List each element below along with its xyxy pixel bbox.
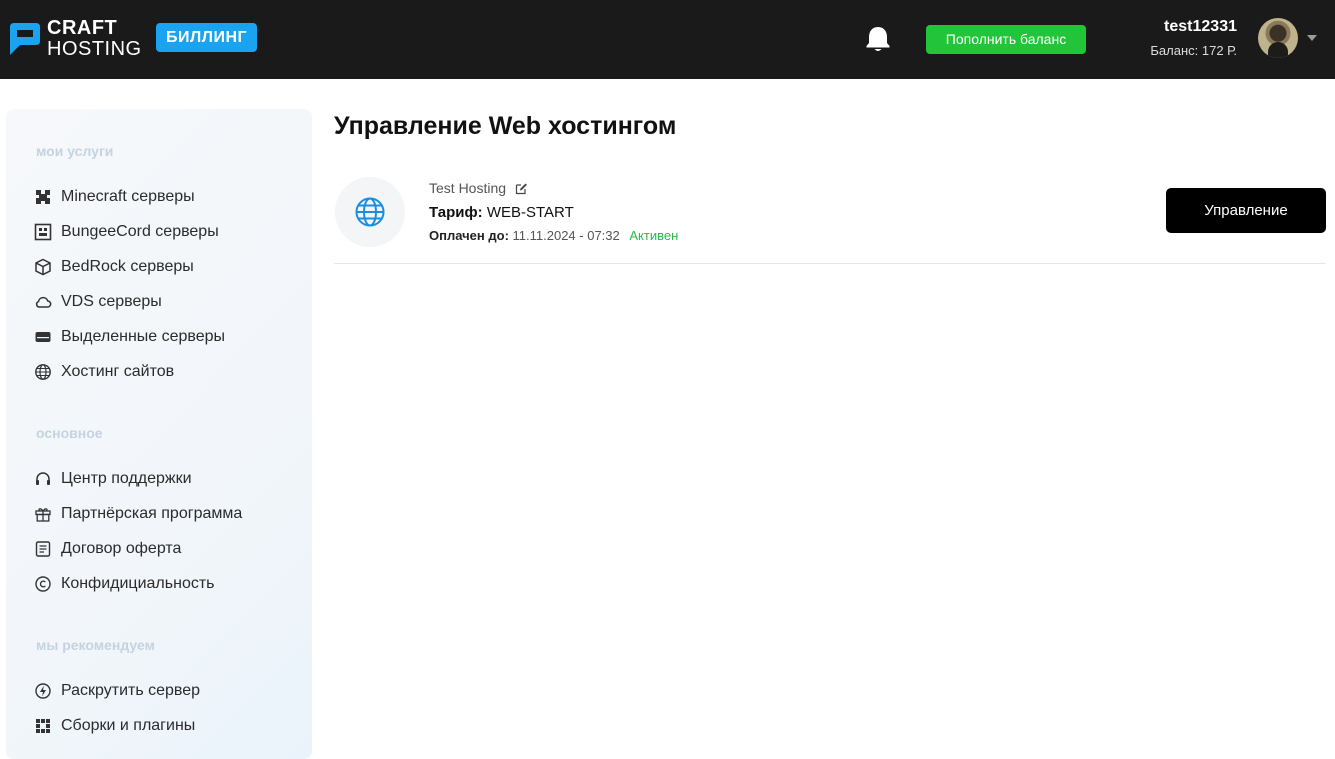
sidebar-item-bedrock[interactable]: BedRock серверы <box>34 255 194 279</box>
sidebar-item-label: Раскрутить сервер <box>61 682 201 699</box>
sidebar-item-dedicated[interactable]: Выделенные серверы <box>34 325 225 349</box>
logo-text-craft: CRAFT <box>47 17 118 39</box>
service-tariff: Тариф: WEB-START <box>429 204 574 221</box>
sidebar-item-privacy[interactable]: Конфидициальность <box>34 572 215 596</box>
sidebar-item-plugins[interactable]: Сборки и плагины <box>34 714 195 738</box>
page-title: Управление Web хостингом <box>334 112 677 140</box>
sidebar-item-label: VDS серверы <box>61 293 162 310</box>
plugins-icon <box>36 719 50 733</box>
manage-button[interactable]: Управление <box>1166 188 1326 233</box>
sidebar-item-label: Minecraft серверы <box>61 188 195 205</box>
topup-balance-button[interactable]: Пополнить баланс <box>926 25 1086 54</box>
bungeecord-icon <box>34 223 52 241</box>
user-name[interactable]: test12331 <box>1164 18 1237 36</box>
copyright-icon <box>35 576 51 592</box>
sidebar-item-label: Выделенные серверы <box>61 328 226 345</box>
status-badge: Активен <box>629 228 679 243</box>
headset-icon <box>36 472 50 485</box>
sidebar-item-label: Договор оферта <box>61 540 182 557</box>
sidebar-item-label: Сборки и плагины <box>61 717 196 734</box>
minecraft-icon <box>36 190 50 204</box>
sidebar: мои услуги Minecraft серверы BungeeCord … <box>6 109 312 759</box>
service-icon <box>335 177 405 247</box>
sidebar-item-bungeecord[interactable]: BungeeCord серверы <box>34 220 219 244</box>
sidebar-item-label: Центр поддержки <box>61 470 192 487</box>
logo-text-hosting: HOSTING <box>47 38 142 60</box>
logo[interactable]: CRAFT HOSTING <box>6 18 142 59</box>
sidebar-item-boost[interactable]: Раскрутить сервер <box>34 679 200 703</box>
sidebar-item-label: BungeeCord серверы <box>61 223 219 240</box>
service-name-text: Test Hosting <box>429 180 507 196</box>
service-paid-until: Оплачен до: 11.11.2024 - 07:32 Активен <box>429 228 678 243</box>
logo-mark-icon <box>10 22 40 55</box>
sidebar-item-offer[interactable]: Договор оферта <box>34 537 181 561</box>
paid-value: 11.11.2024 - 07:32 <box>512 228 620 243</box>
tariff-value: WEB-START <box>486 204 574 221</box>
boost-icon <box>35 683 51 699</box>
sidebar-section-main: основное <box>36 425 103 441</box>
sidebar-section-recommend: мы рекомендуем <box>36 637 155 653</box>
globe-icon <box>35 364 51 380</box>
edit-icon[interactable] <box>515 182 528 195</box>
service-name: Test Hosting <box>429 180 528 196</box>
bedrock-icon <box>35 258 51 276</box>
sidebar-item-partner[interactable]: Партнёрская программа <box>34 502 242 526</box>
sidebar-item-web-hosting[interactable]: Хостинг сайтов <box>34 360 174 384</box>
paid-label: Оплачен до: <box>429 228 509 243</box>
sidebar-item-label: Конфидициальность <box>61 575 215 592</box>
sidebar-item-minecraft[interactable]: Minecraft серверы <box>34 185 195 209</box>
sidebar-item-label: Хостинг сайтов <box>61 363 175 380</box>
billing-badge[interactable]: БИЛЛИНГ <box>156 23 258 52</box>
avatar[interactable] <box>1258 18 1298 58</box>
globe-icon <box>355 197 385 227</box>
gift-icon <box>35 508 51 522</box>
server-icon <box>35 332 51 342</box>
sidebar-item-label: BedRock серверы <box>61 258 194 275</box>
sidebar-item-support[interactable]: Центр поддержки <box>34 467 192 491</box>
sidebar-section-my-services: мои услуги <box>36 143 114 159</box>
sidebar-item-label: Партнёрская программа <box>61 505 243 522</box>
bell-icon[interactable] <box>864 24 892 54</box>
cloud-icon <box>35 296 52 308</box>
document-icon <box>35 541 51 557</box>
service-row: Test Hosting Тариф: WEB-START Оплачен до… <box>334 170 1326 264</box>
top-header: CRAFT HOSTING БИЛЛИНГ Пополнить баланс t… <box>0 0 1335 79</box>
sidebar-item-vds[interactable]: VDS серверы <box>34 290 162 314</box>
chevron-down-icon[interactable] <box>1307 35 1317 41</box>
user-balance: Баланс: 172 Р. <box>1150 43 1237 58</box>
tariff-label: Тариф: <box>429 204 483 221</box>
